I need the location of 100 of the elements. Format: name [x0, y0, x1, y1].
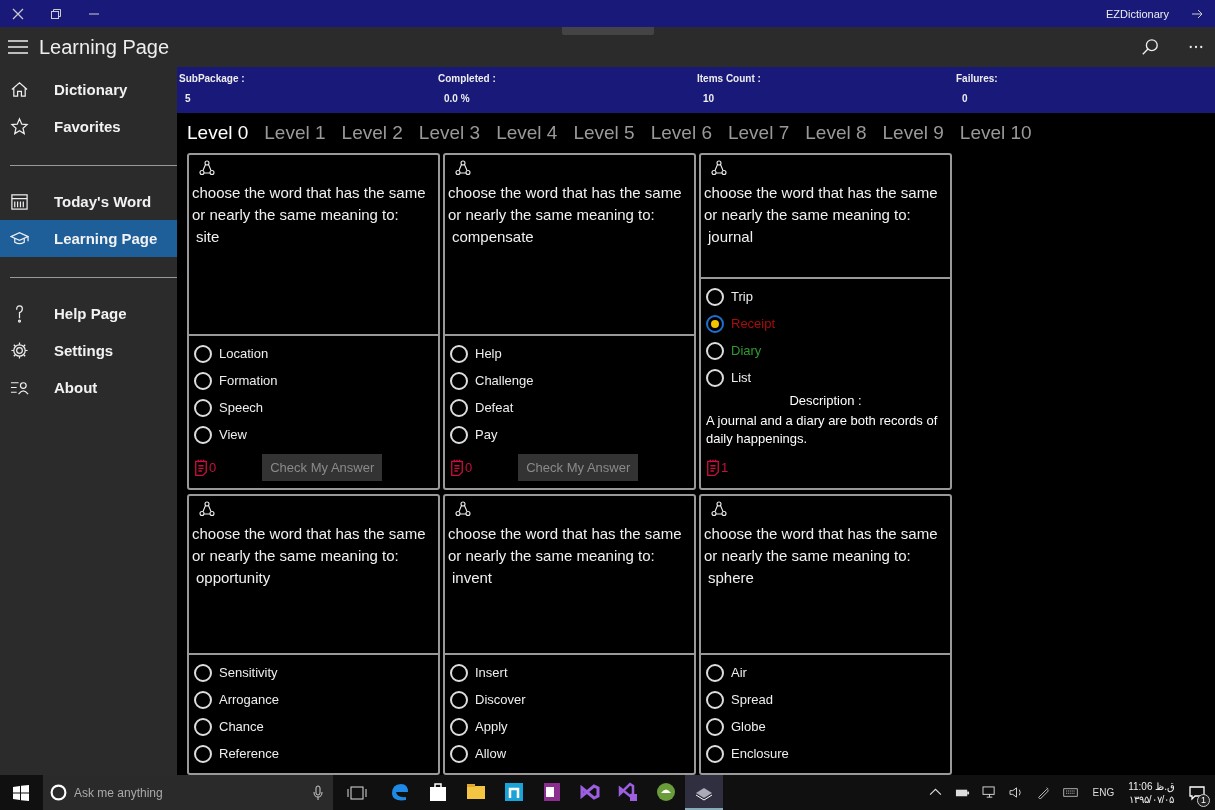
- pen-icon[interactable]: [1036, 786, 1052, 799]
- answer-option[interactable]: Defeat: [450, 394, 514, 421]
- answer-option[interactable]: Spread: [706, 686, 773, 713]
- bag-icon: [427, 780, 449, 803]
- nodes-icon[interactable]: [711, 160, 727, 176]
- description-label: Description :: [788, 393, 863, 408]
- drag-handle[interactable]: [562, 27, 654, 35]
- stat-label: Completed :: [438, 73, 497, 84]
- stat-label: SubPackage :: [179, 73, 246, 84]
- stat-label: Items Count :: [697, 73, 762, 84]
- level-tab[interactable]: Level 3: [418, 122, 481, 144]
- answer-option[interactable]: Formation: [194, 367, 278, 394]
- arrow-icon[interactable]: [1191, 7, 1203, 20]
- level-tab[interactable]: Level 4: [496, 122, 558, 144]
- answer-option[interactable]: Reference: [194, 740, 279, 767]
- taskbar-app[interactable]: [685, 775, 723, 810]
- sidebar-item[interactable]: Favorites: [0, 108, 177, 145]
- search-icon[interactable]: [1141, 38, 1159, 56]
- nodes-icon[interactable]: [199, 160, 215, 176]
- answer-option[interactable]: Enclosure: [706, 740, 789, 767]
- answer-option[interactable]: Trip: [706, 283, 753, 310]
- search-field[interactable]: Ask me anything: [43, 775, 333, 810]
- attempt-count: 1: [721, 459, 729, 475]
- home-icon: [10, 80, 29, 99]
- answer-option[interactable]: Pay: [450, 421, 498, 448]
- level-tab[interactable]: Level 7: [727, 122, 790, 144]
- answer-option[interactable]: Allow: [450, 740, 507, 767]
- close-icon[interactable]: [12, 7, 24, 20]
- calendar-icon: [10, 192, 29, 211]
- question-text: choose the word that has the same or nearly the same meaning to:: [192, 524, 427, 566]
- question-word: invent: [451, 568, 494, 588]
- answer-option[interactable]: Sensitivity: [194, 659, 278, 686]
- answer-option[interactable]: Air: [706, 659, 747, 686]
- nodes-icon[interactable]: [711, 501, 727, 517]
- notification-count: 1: [1197, 793, 1210, 807]
- answer-option[interactable]: View: [194, 421, 247, 448]
- language-indicator[interactable]: ENG: [1092, 787, 1115, 798]
- microphone-icon[interactable]: [313, 784, 323, 801]
- level-tab[interactable]: Level 10: [959, 122, 1032, 144]
- question-text: choose the word that has the same or nearly the same meaning to:: [448, 524, 683, 566]
- restore-icon[interactable]: [50, 7, 62, 20]
- radio-button[interactable]: [706, 314, 724, 333]
- notification-icon[interactable]: [1189, 784, 1205, 801]
- description-text: A journal and a diary are both records of daily happenings.: [706, 412, 939, 448]
- sidebar-item[interactable]: About: [0, 369, 177, 406]
- nodes-icon[interactable]: [455, 501, 471, 517]
- sidebar-item[interactable]: Dictionary: [0, 71, 177, 108]
- clock-date[interactable]: ۱۳۹۵/۰۷/۰۵: [1128, 792, 1175, 806]
- stat-label: Failures:: [956, 73, 999, 84]
- nodes-icon[interactable]: [199, 501, 215, 517]
- stat-value: 5: [184, 93, 192, 104]
- star-icon: [10, 117, 29, 136]
- nodes-icon[interactable]: [455, 160, 471, 176]
- notepad-icon: [194, 457, 208, 477]
- sidebar-item[interactable]: Settings: [0, 332, 177, 369]
- level-tab[interactable]: Level 2: [341, 122, 403, 144]
- answer-option[interactable]: List: [706, 364, 752, 391]
- question-word: opportunity: [195, 568, 272, 588]
- question-word: sphere: [707, 568, 755, 588]
- keyboard-icon[interactable]: [1063, 786, 1079, 799]
- windows-icon[interactable]: [13, 784, 29, 801]
- network-icon[interactable]: [982, 786, 998, 799]
- level-tab[interactable]: Level 6: [650, 122, 712, 144]
- menu-icon[interactable]: [8, 40, 28, 54]
- question-text: choose the word that has the same or nearly the same meaning to:: [704, 183, 939, 225]
- clock-time[interactable]: 11:06 ق.ظ: [1128, 779, 1175, 793]
- answer-option[interactable]: Arrogance: [194, 686, 279, 713]
- answer-option[interactable]: Speech: [194, 394, 264, 421]
- question-word: site: [195, 227, 221, 247]
- level-tab[interactable]: Level 1: [264, 122, 326, 144]
- question-text: choose the word that has the same or nearly the same meaning to:: [448, 183, 683, 225]
- task-view-icon[interactable]: [347, 784, 367, 801]
- settings-icon: [10, 341, 29, 360]
- sidebar-item[interactable]: Today's Word: [0, 183, 177, 220]
- n-tile-icon: [503, 780, 525, 803]
- attempt-count: 0: [465, 459, 473, 475]
- stat-value: 0.0 %: [443, 93, 471, 104]
- answer-option[interactable]: Apply: [450, 713, 508, 740]
- attempt-count: 0: [209, 459, 217, 475]
- stat-value: 10: [702, 93, 716, 104]
- answer-option[interactable]: Location: [194, 340, 269, 367]
- answer-option[interactable]: Challenge: [450, 367, 534, 394]
- sidebar-item[interactable]: Learning Page: [0, 220, 177, 257]
- question-text: choose the word that has the same or nearly the same meaning to:: [704, 524, 939, 566]
- level-tab[interactable]: Level 0: [187, 122, 249, 144]
- question-word: compensate: [451, 227, 535, 247]
- more-icon[interactable]: [1189, 45, 1203, 49]
- answer-option[interactable]: Insert: [450, 659, 508, 686]
- level-tab[interactable]: Level 5: [573, 122, 635, 144]
- answer-option[interactable]: Discover: [450, 686, 526, 713]
- level-tab[interactable]: Level 9: [882, 122, 944, 144]
- answer-option[interactable]: Help: [450, 340, 502, 367]
- answer-option[interactable]: Chance: [194, 713, 264, 740]
- notebook-icon: [541, 780, 563, 803]
- notepad-icon: [450, 457, 464, 477]
- level-tab[interactable]: Level 8: [805, 122, 867, 144]
- sidebar-item[interactable]: Help Page: [0, 295, 177, 332]
- answer-option[interactable]: Diary: [706, 337, 762, 364]
- question-word: journal: [706, 227, 755, 247]
- answer-option[interactable]: Globe: [706, 713, 766, 740]
